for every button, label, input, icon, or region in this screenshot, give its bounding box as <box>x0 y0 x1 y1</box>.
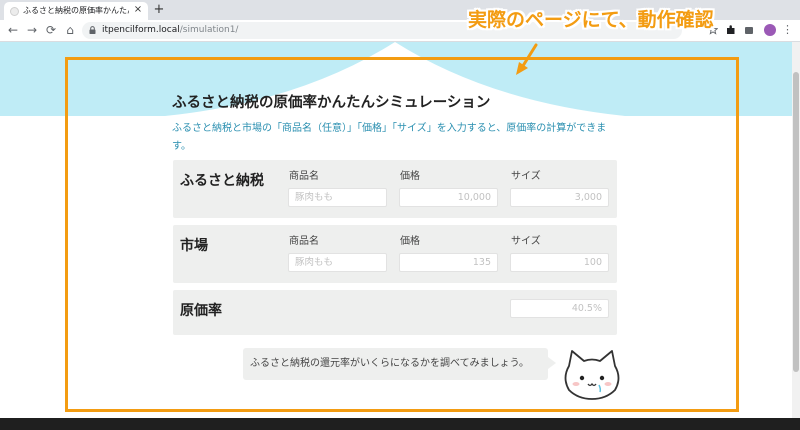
annotation-label: 実際のページにて、動作確認 <box>468 9 714 31</box>
url-text: itpencilform.local/simulation1/ <box>102 24 238 37</box>
tab-close-icon[interactable]: × <box>132 4 144 16</box>
favicon-icon <box>10 7 19 16</box>
extension-icon[interactable] <box>726 24 736 36</box>
forward-icon[interactable]: → <box>24 22 40 38</box>
reload-icon[interactable]: ⟳ <box>43 22 59 38</box>
back-icon[interactable]: ← <box>5 22 21 38</box>
url-path: /simulation1/ <box>179 25 239 35</box>
os-taskbar <box>0 418 800 430</box>
browser-tab[interactable]: ふるさと納税の原価率かんたんシミュ × <box>4 2 148 20</box>
new-tab-button[interactable]: + <box>151 2 167 18</box>
lock-icon <box>89 26 96 34</box>
screenshot-root: ふるさと納税の原価率かんたんシミュ × + ← → ⟳ ⌂ itpencilfo… <box>0 0 800 430</box>
browser-menu-icon[interactable]: ⋮ <box>782 23 793 37</box>
scrollbar-thumb[interactable] <box>793 72 799 372</box>
home-icon[interactable]: ⌂ <box>62 22 78 38</box>
page-scrollbar[interactable] <box>792 42 800 418</box>
url-host: itpencilform.local <box>102 25 180 35</box>
annotation-highlight-box <box>65 57 739 412</box>
extension-puzzle-icon[interactable] <box>744 24 754 36</box>
tab-title: ふるさと納税の原価率かんたんシミュ <box>23 6 129 15</box>
profile-avatar[interactable] <box>764 24 776 36</box>
annotation-arrow-icon <box>516 43 538 75</box>
